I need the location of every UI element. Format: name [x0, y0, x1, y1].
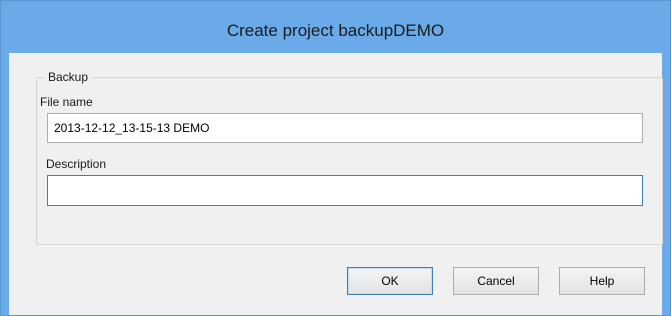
- description-input[interactable]: [47, 175, 643, 206]
- ok-button[interactable]: OK: [347, 267, 433, 295]
- description-label: Description: [46, 157, 107, 171]
- backup-group-legend: Backup: [45, 69, 92, 85]
- dialog-window: Create project backupDEMO Backup File na…: [0, 0, 671, 316]
- file-name-label: File name: [40, 95, 93, 109]
- window-title: Create project backupDEMO: [226, 21, 445, 40]
- file-name-input[interactable]: [47, 113, 643, 143]
- dialog-body: Backup File name Description OK Cancel H…: [9, 53, 663, 315]
- cancel-button[interactable]: Cancel: [453, 267, 539, 295]
- backup-groupbox: Backup: [36, 69, 663, 245]
- title-bar[interactable]: Create project backupDEMO: [1, 1, 670, 53]
- help-button[interactable]: Help: [559, 267, 645, 295]
